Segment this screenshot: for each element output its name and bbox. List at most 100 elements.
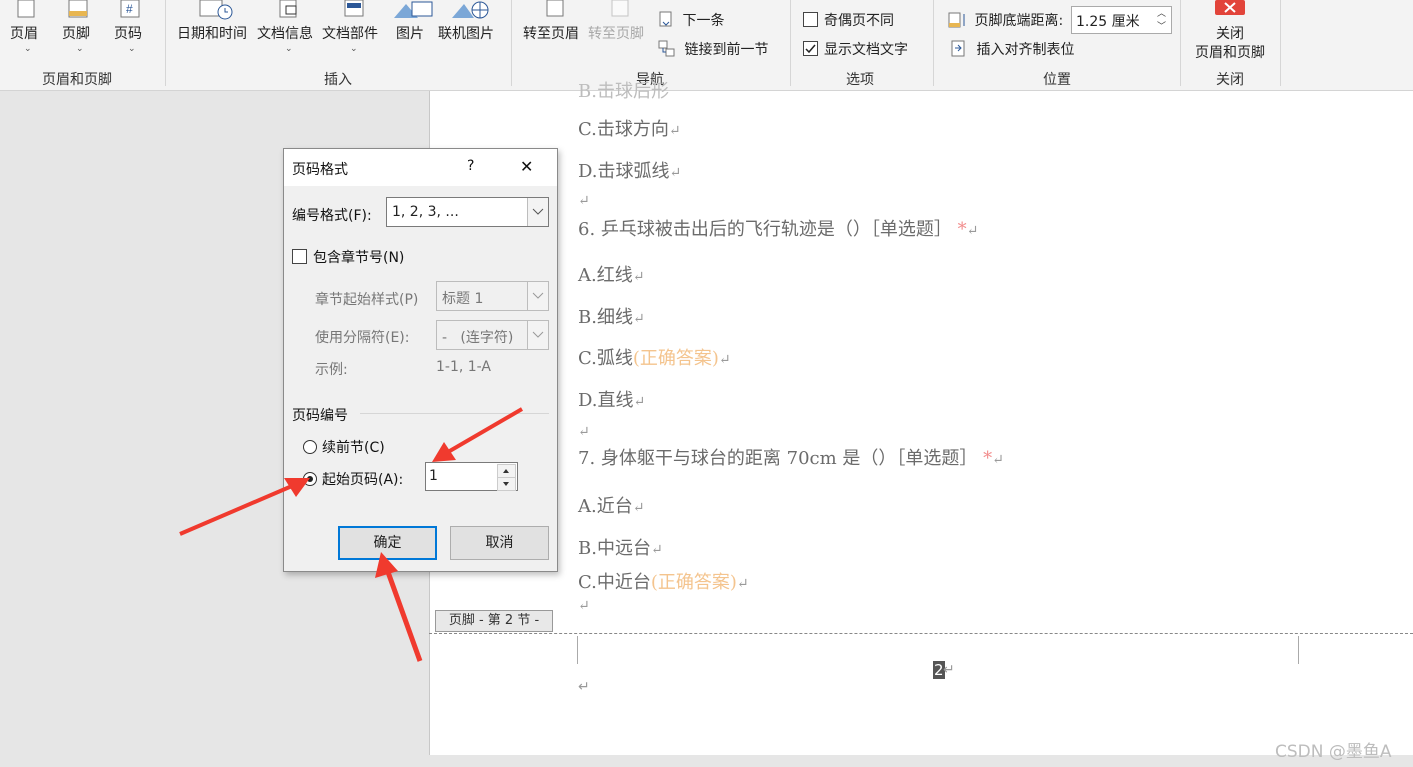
spin-up-icon <box>503 469 509 473</box>
include-chapter-checkbox[interactable]: 包含章节号(N) <box>292 247 404 267</box>
group-label-options: 选项 <box>846 72 874 88</box>
clipped-line: B.击球后形 <box>578 81 669 102</box>
spin-up-button[interactable] <box>497 464 516 478</box>
dialog-titlebar: 页码格式 ? ✕ <box>284 149 557 186</box>
doc-line: B.中远台↵ <box>578 538 663 559</box>
odd-even-checkbox[interactable]: 奇偶页不同 <box>803 10 894 30</box>
doc-line: A.近台↵ <box>578 496 645 517</box>
dialog-title: 页码格式 <box>292 162 348 178</box>
picture-button[interactable]: 图片 <box>392 0 433 60</box>
calendar-clock-icon <box>199 0 233 20</box>
group-label-header-footer: 页眉和页脚 <box>42 72 112 88</box>
group-divider <box>165 0 166 86</box>
date-time-button[interactable]: 日期和时间 <box>176 0 254 60</box>
dropdown-button[interactable] <box>527 321 548 349</box>
group-divider <box>790 0 791 86</box>
goto-header-icon <box>546 0 564 17</box>
svg-text:#: # <box>126 2 133 16</box>
question-line: 6. 乒乓球被击出后的飞行轨迹是（）［单选题］ *↵ <box>578 219 979 240</box>
dropdown-button[interactable] <box>527 282 548 310</box>
radio-selected[interactable] <box>303 472 317 486</box>
number-format-select[interactable]: 1, 2, 3, ... <box>386 197 549 227</box>
margin-corner-mark <box>1298 636 1299 664</box>
spin-up-icon[interactable]: ︿ <box>1157 6 1166 19</box>
doc-line: C.击球方向↵ <box>578 119 681 140</box>
goto-header-button[interactable]: 转至页眉 <box>523 0 587 60</box>
margin-corner-mark <box>577 636 578 664</box>
chevron-down-icon: ⌄ <box>24 44 32 54</box>
header-icon <box>17 0 35 18</box>
link-to-previous-button[interactable]: 链接到前一节 <box>658 39 768 59</box>
goto-footer-icon <box>611 0 629 17</box>
group-divider <box>511 0 512 86</box>
paragraph-mark: ↵ <box>943 662 955 678</box>
footer-distance-icon <box>948 12 965 28</box>
next-section-icon <box>659 11 672 27</box>
quick-parts-icon <box>344 0 364 17</box>
document-info-icon <box>279 0 297 18</box>
chevron-down-icon: ⌄ <box>128 44 136 54</box>
online-picture-icon <box>452 1 489 19</box>
ok-button[interactable]: 确定 <box>338 526 437 560</box>
section-divider <box>360 413 549 414</box>
separator-label: 使用分隔符(E): <box>315 330 410 346</box>
chevron-down-icon <box>532 331 544 338</box>
group-label-insert: 插入 <box>324 72 352 88</box>
document-info-button[interactable]: 文档信息 ⌄ <box>257 0 321 60</box>
doc-line: C.弧线(正确答案)↵ <box>578 348 731 369</box>
chevron-down-icon: ⌄ <box>76 44 84 54</box>
start-at-radio[interactable]: 起始页码(A): <box>303 469 403 489</box>
chevron-down-icon: ⌄ <box>285 44 293 54</box>
checkbox-checked[interactable] <box>803 41 818 56</box>
checkbox-unchecked[interactable] <box>292 249 307 264</box>
start-at-spinner[interactable]: 1 <box>425 462 518 491</box>
doc-line: A.红线↵ <box>578 265 645 286</box>
page-number-format-dialog: 页码格式 ? ✕ 编号格式(F): 1, 2, 3, ... 包含章节号(N) … <box>283 148 558 572</box>
show-document-text-checkbox[interactable]: 显示文档文字 <box>803 39 908 59</box>
help-icon[interactable]: ? <box>467 158 474 174</box>
dropdown-button[interactable] <box>527 198 548 226</box>
footer-distance-row: 页脚底端距离: <box>948 10 1063 30</box>
ribbon: 页眉 ⌄ 页脚 ⌄ # 页码 ⌄ 页眉和页脚 日期和时间 文档信息 ⌄ 文档部件… <box>0 0 1413 91</box>
group-label-close: 关闭 <box>1216 72 1244 88</box>
checkbox-unchecked[interactable] <box>803 12 818 27</box>
example-value: 1-1, 1-A <box>436 359 491 375</box>
quick-parts-button[interactable]: 文档部件 ⌄ <box>322 0 386 60</box>
numbering-section-title: 页码编号 <box>292 408 348 424</box>
page-number-button[interactable]: # 页码 ⌄ <box>110 0 150 60</box>
goto-footer-button[interactable]: 转至页脚 <box>588 0 652 60</box>
chevron-down-icon <box>532 208 544 215</box>
close-header-footer-button[interactable]: 关闭 页眉和页脚 <box>1186 0 1274 62</box>
group-divider <box>1280 0 1281 86</box>
question-line: 7. 身体躯干与球台的距离 70cm 是（）［单选题］ *↵ <box>578 448 1004 469</box>
cancel-button[interactable]: 取消 <box>450 526 549 560</box>
chapter-style-label: 章节起始样式(P) <box>315 292 419 308</box>
close-icon[interactable]: ✕ <box>520 157 533 176</box>
group-divider <box>1180 0 1181 86</box>
group-divider <box>933 0 934 86</box>
spin-down-button[interactable] <box>497 477 516 491</box>
separator-select[interactable]: - (连字符) <box>436 320 549 350</box>
number-format-label: 编号格式(F): <box>292 208 372 224</box>
insert-alignment-tab-button[interactable]: 插入对齐制表位 <box>950 39 1074 59</box>
alignment-tab-icon <box>951 40 965 57</box>
radio-unselected[interactable] <box>303 440 317 454</box>
picture-icon <box>394 1 433 18</box>
next-button[interactable]: 下一条 <box>658 10 724 30</box>
doc-line: B.细线↵ <box>578 307 645 328</box>
paragraph-mark: ↵ <box>578 679 590 695</box>
header-button[interactable]: 页眉 ⌄ <box>6 0 46 60</box>
footer-button[interactable]: 页脚 ⌄ <box>58 0 98 60</box>
chapter-style-select[interactable]: 标题 1 <box>436 281 549 311</box>
doc-line: D.直线↵ <box>578 390 646 411</box>
doc-line: C.中近台(正确答案)↵ <box>578 572 749 593</box>
paragraph-mark: ↵ <box>578 193 590 209</box>
spin-down-icon[interactable]: ﹀ <box>1157 19 1166 32</box>
continue-radio[interactable]: 续前节(C) <box>303 437 385 457</box>
footer-distance-spinner[interactable]: 1.25 厘米 ︿ ﹀ <box>1071 6 1172 34</box>
checkmark-icon <box>805 44 816 54</box>
paragraph-mark: ↵ <box>578 424 590 440</box>
online-picture-button[interactable]: 联机图片 <box>438 0 502 60</box>
paragraph-mark: ↵ <box>578 598 590 614</box>
doc-line: D.击球弧线↵ <box>578 161 682 182</box>
